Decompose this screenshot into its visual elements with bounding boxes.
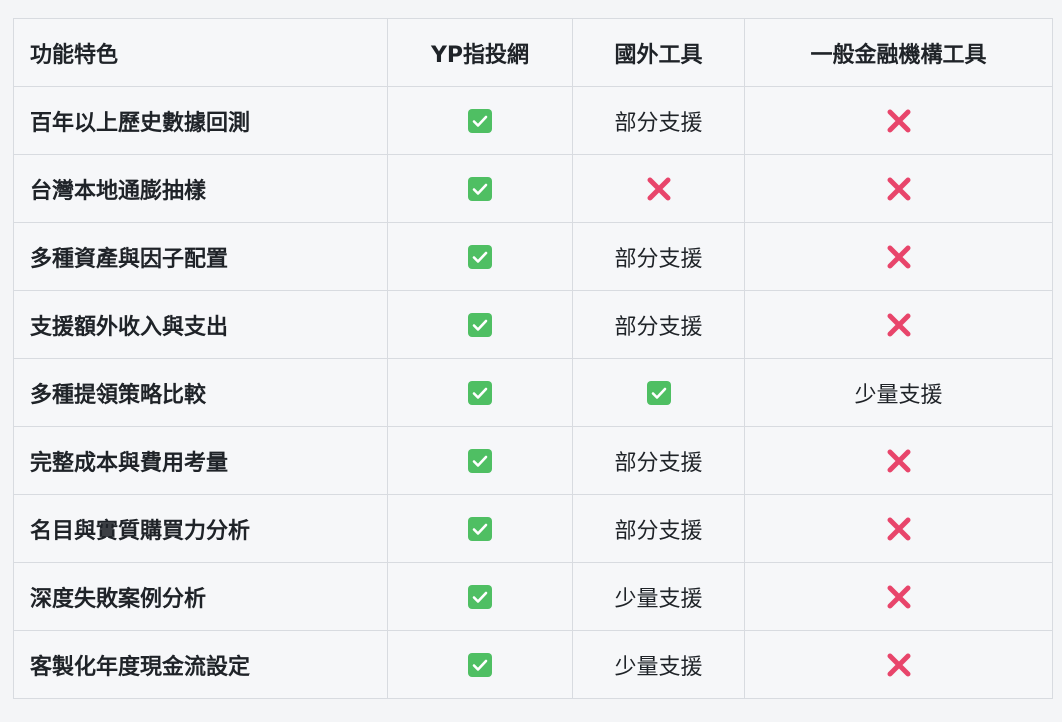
cell-financial-institution-tools (744, 154, 1053, 223)
support-level-text: 部分支援 (614, 246, 703, 272)
header-foreign-tools: 國外工具 (572, 18, 745, 87)
cell-foreign-tools: 少量支援 (572, 562, 745, 631)
header-yp: YP指投網 (387, 18, 573, 87)
cross-mark-icon (886, 108, 912, 134)
cell-yp (387, 494, 573, 563)
check-mark-button-icon (646, 381, 671, 405)
cell-financial-institution-tools: 少量支援 (744, 358, 1053, 427)
cross-mark-icon (886, 448, 912, 474)
cell-foreign-tools: 部分支援 (572, 426, 745, 495)
cross-mark-icon (886, 652, 912, 678)
cell-yp (387, 222, 573, 291)
cell-foreign-tools: 部分支援 (572, 290, 745, 359)
header-financial-institution-tools: 一般金融機構工具 (744, 18, 1053, 87)
support-level-text: 少量支援 (854, 382, 943, 408)
cross-mark-icon (886, 312, 912, 338)
check-mark-button-icon (468, 653, 492, 677)
check-mark-button-icon (468, 313, 492, 337)
feature-cell: 名目與實質購買力分析 (13, 494, 388, 563)
check-mark-button-icon (468, 381, 492, 405)
feature-cell: 支援額外收入與支出 (13, 290, 388, 359)
cross-mark-icon (646, 176, 672, 202)
feature-cell: 完整成本與費用考量 (13, 426, 388, 495)
cell-yp (387, 562, 573, 631)
support-level-text: 部分支援 (614, 450, 703, 476)
check-mark-button-icon (468, 585, 492, 609)
check-mark-button-icon (468, 109, 492, 133)
table-row: 多種提領策略比較 少量支援 (13, 358, 1053, 427)
check-mark-button-icon (468, 517, 492, 541)
feature-cell: 深度失敗案例分析 (13, 562, 388, 631)
check-mark-button-icon (468, 177, 492, 201)
cell-foreign-tools: 少量支援 (572, 630, 745, 699)
cell-financial-institution-tools (744, 86, 1053, 155)
cell-financial-institution-tools (744, 630, 1053, 699)
cross-mark-icon (886, 244, 912, 270)
check-mark-button-icon (468, 245, 492, 269)
table-body: 百年以上歷史數據回測 部分支援 台灣本地通膨抽樣 多種資產與因子配置 部分支援 支援額外收… (13, 86, 1053, 699)
cell-financial-institution-tools (744, 562, 1053, 631)
cell-yp (387, 358, 573, 427)
cell-yp (387, 154, 573, 223)
cell-financial-institution-tools (744, 290, 1053, 359)
cell-financial-institution-tools (744, 494, 1053, 563)
comparison-table: 功能特色 YP指投網 國外工具 一般金融機構工具 百年以上歷史數據回測 部分支援台… (13, 18, 1053, 699)
feature-cell: 客製化年度現金流設定 (13, 630, 388, 699)
support-level-text: 少量支援 (614, 654, 703, 680)
table-row: 客製化年度現金流設定 少量支援 (13, 630, 1053, 699)
cell-foreign-tools: 部分支援 (572, 222, 745, 291)
header-row: 功能特色 YP指投網 國外工具 一般金融機構工具 (13, 18, 1053, 87)
table-row: 支援額外收入與支出 部分支援 (13, 290, 1053, 359)
feature-cell: 多種提領策略比較 (13, 358, 388, 427)
cell-yp (387, 86, 573, 155)
comparison-table-container: 功能特色 YP指投網 國外工具 一般金融機構工具 百年以上歷史數據回測 部分支援台… (13, 18, 1053, 699)
cell-yp (387, 290, 573, 359)
support-level-text: 部分支援 (614, 110, 703, 136)
cell-yp (387, 630, 573, 699)
table-row: 多種資產與因子配置 部分支援 (13, 222, 1053, 291)
support-level-text: 部分支援 (614, 314, 703, 340)
feature-cell: 百年以上歷史數據回測 (13, 86, 388, 155)
table-row: 百年以上歷史數據回測 部分支援 (13, 86, 1053, 155)
cross-mark-icon (886, 516, 912, 542)
support-level-text: 部分支援 (614, 518, 703, 544)
table-row: 名目與實質購買力分析 部分支援 (13, 494, 1053, 563)
support-level-text: 少量支援 (614, 586, 703, 612)
cell-financial-institution-tools (744, 222, 1053, 291)
table-header: 功能特色 YP指投網 國外工具 一般金融機構工具 (13, 18, 1053, 87)
cell-foreign-tools: 部分支援 (572, 86, 745, 155)
cell-yp (387, 426, 573, 495)
cell-foreign-tools (572, 358, 745, 427)
cell-foreign-tools: 部分支援 (572, 494, 745, 563)
table-row: 完整成本與費用考量 部分支援 (13, 426, 1053, 495)
table-row: 台灣本地通膨抽樣 (13, 154, 1053, 223)
feature-cell: 台灣本地通膨抽樣 (13, 154, 388, 223)
feature-cell: 多種資產與因子配置 (13, 222, 388, 291)
cross-mark-icon (886, 176, 912, 202)
cell-foreign-tools (572, 154, 745, 223)
header-feature: 功能特色 (13, 18, 388, 87)
table-row: 深度失敗案例分析 少量支援 (13, 562, 1053, 631)
cross-mark-icon (886, 584, 912, 610)
cell-financial-institution-tools (744, 426, 1053, 495)
check-mark-button-icon (468, 449, 492, 473)
